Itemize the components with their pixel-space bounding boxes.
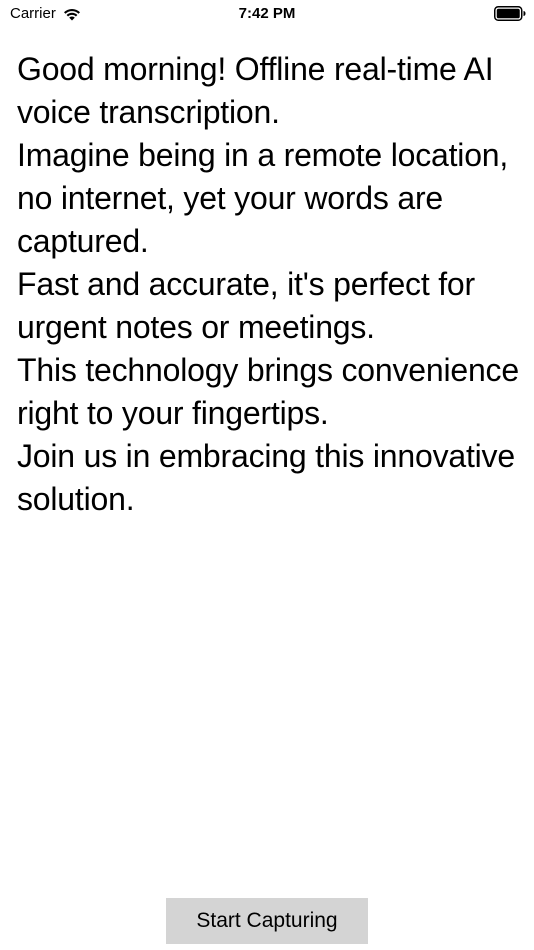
battery-full-icon [494,6,526,21]
status-bar: Carrier 7:42 PM [0,0,534,30]
transcript-line: Imagine being in a remote location, no i… [17,137,509,259]
start-capturing-button[interactable]: Start Capturing [166,898,368,944]
transcript-line: This technology brings convenience right… [17,352,519,431]
transcript-text: Good morning! Offline real-time AI voice… [17,48,522,521]
transcript-line: Fast and accurate, it's perfect for urge… [17,266,475,345]
status-time: 7:42 PM [238,5,296,22]
transcript-line: Join us in embracing this innovative sol… [17,438,515,517]
transcript-line: Good morning! Offline real-time AI voice… [17,51,494,130]
